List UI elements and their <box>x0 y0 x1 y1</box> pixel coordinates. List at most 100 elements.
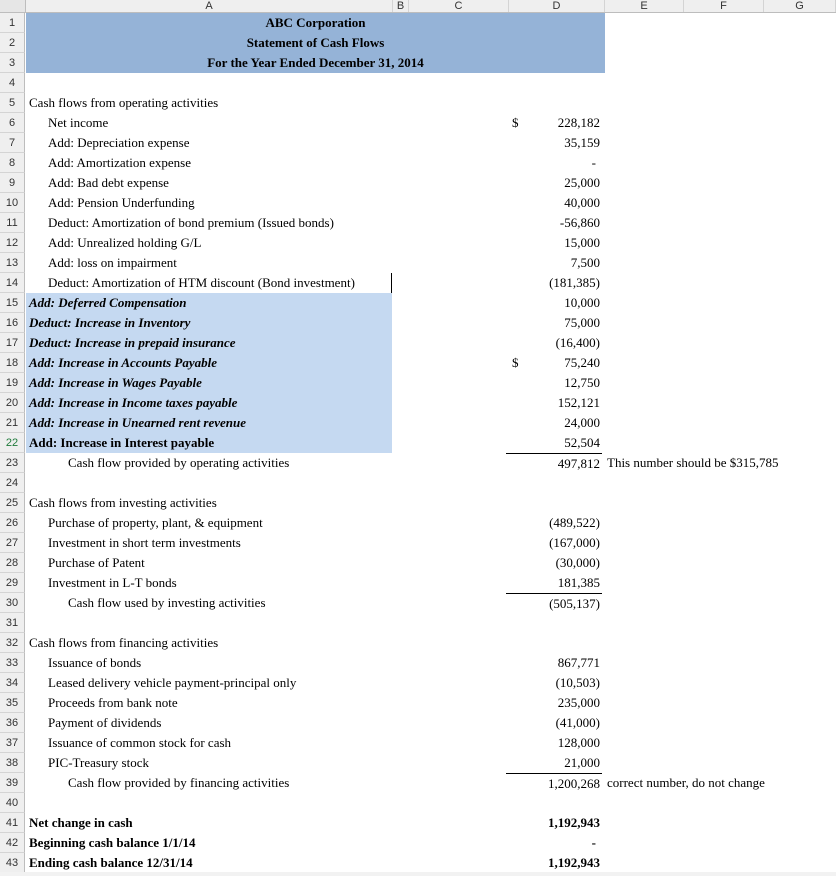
row-header[interactable]: 42 <box>0 833 25 853</box>
subtotal-value[interactable]: 1,200,268 <box>506 773 602 793</box>
column-header-b[interactable]: B <box>393 0 409 12</box>
line-item-label[interactable]: Deduct: Amortization of bond premium (Is… <box>26 213 392 233</box>
row-header[interactable]: 35 <box>0 693 25 713</box>
row-header[interactable]: 29 <box>0 573 25 593</box>
line-item-value[interactable]: (181,385) <box>506 273 602 293</box>
statement-period[interactable]: For the Year Ended December 31, 2014 <box>26 53 605 73</box>
total-label[interactable]: Net change in cash <box>26 813 392 833</box>
line-item-label[interactable]: Purchase of Patent <box>26 553 392 573</box>
line-item-label[interactable]: Add: Unrealized holding G/L <box>26 233 392 253</box>
note-text[interactable]: This number should be $315,785 <box>607 453 836 473</box>
line-item-label[interactable]: Add: Increase in Wages Payable <box>26 373 392 393</box>
row-header[interactable]: 6 <box>0 113 25 133</box>
row-header[interactable]: 1 <box>0 13 25 33</box>
line-item-value[interactable]: 40,000 <box>506 193 602 213</box>
subtotal-label[interactable]: Cash flow used by investing activities <box>26 593 392 613</box>
row-header[interactable]: 15 <box>0 293 25 313</box>
row-header[interactable]: 25 <box>0 493 25 513</box>
row-header[interactable]: 20 <box>0 393 25 413</box>
row-header[interactable]: 16 <box>0 313 25 333</box>
subtotal-value[interactable]: 497,812 <box>506 453 602 473</box>
column-header-a[interactable]: A <box>26 0 393 12</box>
row-header[interactable]: 3 <box>0 53 25 73</box>
line-item-label[interactable]: Purchase of property, plant, & equipment <box>26 513 392 533</box>
column-header-c[interactable]: C <box>409 0 509 12</box>
line-item-value[interactable]: (10,503) <box>506 673 602 693</box>
line-item-label[interactable]: Add: Pension Underfunding <box>26 193 392 213</box>
row-header[interactable]: 43 <box>0 853 25 873</box>
row-header[interactable]: 13 <box>0 253 25 273</box>
total-label[interactable]: Beginning cash balance 1/1/14 <box>26 833 392 853</box>
line-item-value[interactable]: 75,240 <box>506 353 602 373</box>
row-header[interactable]: 38 <box>0 753 25 773</box>
line-item-value[interactable]: 15,000 <box>506 233 602 253</box>
total-label[interactable]: Ending cash balance 12/31/14 <box>26 853 392 873</box>
line-item-value[interactable]: 235,000 <box>506 693 602 713</box>
line-item-value[interactable]: 10,000 <box>506 293 602 313</box>
line-item-value[interactable]: 12,750 <box>506 373 602 393</box>
total-value[interactable]: 1,192,943 <box>506 853 602 873</box>
line-item-label[interactable]: Deduct: Increase in Inventory <box>26 313 392 333</box>
row-header[interactable]: 24 <box>0 473 25 493</box>
total-value[interactable]: - <box>506 833 602 853</box>
line-item-label[interactable]: Add: Depreciation expense <box>26 133 392 153</box>
line-item-label[interactable]: Add: Increase in Income taxes payable <box>26 393 392 413</box>
row-header[interactable]: 8 <box>0 153 25 173</box>
line-item-label[interactable]: Add: Increase in Unearned rent revenue <box>26 413 392 433</box>
subtotal-value[interactable]: (505,137) <box>506 593 602 613</box>
section-heading-operating[interactable]: Cash flows from operating activities <box>26 93 392 113</box>
section-heading-investing[interactable]: Cash flows from investing activities <box>26 493 392 513</box>
subtotal-label[interactable]: Cash flow provided by operating activiti… <box>26 453 392 473</box>
line-item-label[interactable]: Issuance of common stock for cash <box>26 733 392 753</box>
line-item-label[interactable]: Investment in L-T bonds <box>26 573 392 593</box>
subtotal-label[interactable]: Cash flow provided by financing activiti… <box>26 773 392 793</box>
line-item-value[interactable]: (167,000) <box>506 533 602 553</box>
row-header[interactable]: 39 <box>0 773 25 793</box>
note-text[interactable]: correct number, do not change <box>607 773 836 793</box>
line-item-value[interactable]: 228,182 <box>506 113 602 133</box>
row-header[interactable]: 41 <box>0 813 25 833</box>
line-item-value[interactable]: -56,860 <box>506 213 602 233</box>
line-item-label[interactable]: Leased delivery vehicle payment-principa… <box>26 673 392 693</box>
row-header[interactable]: 34 <box>0 673 25 693</box>
line-item-label[interactable]: Investment in short term investments <box>26 533 392 553</box>
row-header[interactable]: 9 <box>0 173 25 193</box>
row-header[interactable]: 26 <box>0 513 25 533</box>
row-header[interactable]: 22 <box>0 433 25 453</box>
line-item-label[interactable]: Add: Increase in Accounts Payable <box>26 353 392 373</box>
row-header[interactable]: 4 <box>0 73 25 93</box>
line-item-label[interactable]: Add: Deferred Compensation <box>26 293 392 313</box>
line-item-value[interactable]: (16,400) <box>506 333 602 353</box>
row-header[interactable]: 18 <box>0 353 25 373</box>
line-item-label[interactable]: Issuance of bonds <box>26 653 392 673</box>
column-header-g[interactable]: G <box>764 0 836 12</box>
line-item-value[interactable]: 181,385 <box>506 573 602 593</box>
row-header[interactable]: 32 <box>0 633 25 653</box>
line-item-value[interactable]: 35,159 <box>506 133 602 153</box>
row-header[interactable]: 10 <box>0 193 25 213</box>
line-item-label[interactable]: Proceeds from bank note <box>26 693 392 713</box>
row-header[interactable]: 2 <box>0 33 25 53</box>
row-header[interactable]: 23 <box>0 453 25 473</box>
row-header[interactable]: 12 <box>0 233 25 253</box>
row-header[interactable]: 36 <box>0 713 25 733</box>
row-header[interactable]: 31 <box>0 613 25 633</box>
row-header[interactable]: 21 <box>0 413 25 433</box>
line-item-label[interactable]: Deduct: Increase in prepaid insurance <box>26 333 392 353</box>
column-header-d[interactable]: D <box>509 0 605 12</box>
row-header[interactable]: 30 <box>0 593 25 613</box>
row-header[interactable]: 40 <box>0 793 25 813</box>
line-item-value[interactable]: 7,500 <box>506 253 602 273</box>
line-item-label[interactable]: Deduct: Amortization of HTM discount (Bo… <box>26 273 392 293</box>
line-item-value[interactable]: (489,522) <box>506 513 602 533</box>
line-item-label[interactable]: Payment of dividends <box>26 713 392 733</box>
company-name[interactable]: ABC Corporation <box>26 13 605 33</box>
line-item-value[interactable]: 128,000 <box>506 733 602 753</box>
line-item-label[interactable]: Add: Increase in Interest payable <box>26 433 392 453</box>
line-item-value[interactable]: (41,000) <box>506 713 602 733</box>
line-item-value[interactable]: - <box>506 153 602 173</box>
row-header[interactable]: 33 <box>0 653 25 673</box>
line-item-value[interactable]: 21,000 <box>506 753 602 773</box>
line-item-label[interactable]: PIC-Treasury stock <box>26 753 392 773</box>
row-header[interactable]: 37 <box>0 733 25 753</box>
